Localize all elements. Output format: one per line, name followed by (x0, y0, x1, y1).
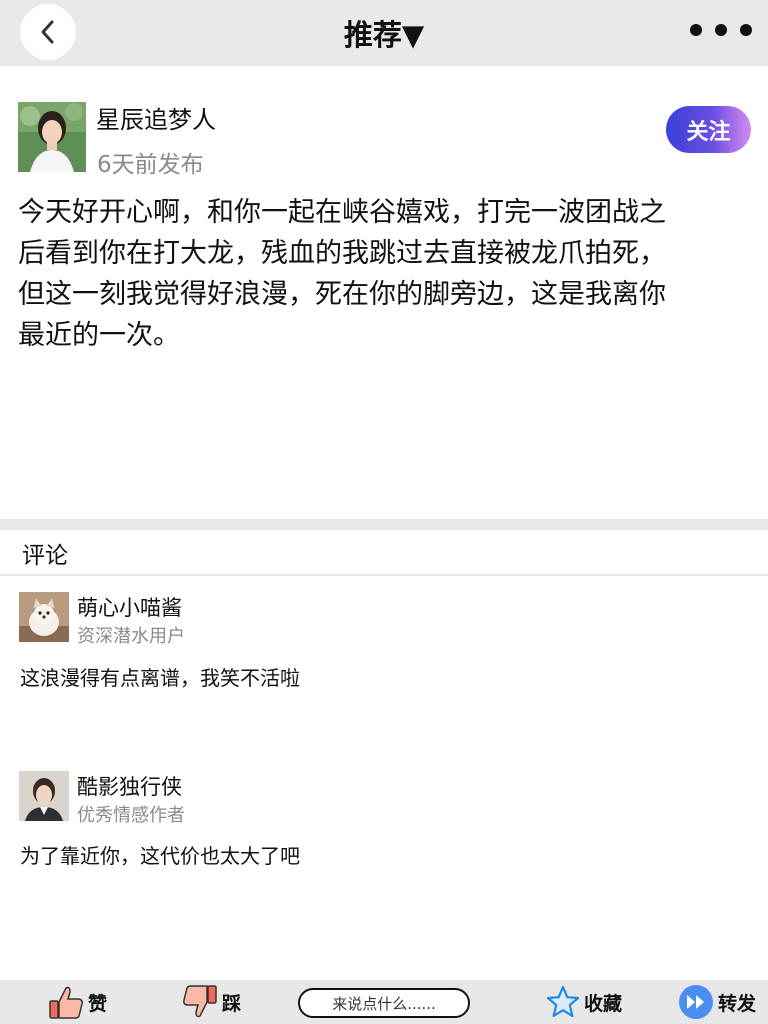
share-button[interactable]: 转发 (678, 980, 756, 1024)
follow-button[interactable]: 关注 (666, 106, 751, 153)
like-label: 赞 (88, 992, 108, 1015)
comments-title: 评论 (22, 543, 68, 569)
author-name[interactable]: 星辰追梦人 (96, 100, 216, 135)
comment-text: 这浪漫得有点离谱，我笑不活啦 (20, 666, 300, 690)
comments-divider (0, 574, 768, 576)
comment-avatar[interactable] (19, 771, 69, 821)
feed-selector[interactable]: 推荐▼ (0, 12, 768, 54)
author-avatar[interactable] (18, 102, 86, 172)
star-icon (546, 985, 580, 1018)
post-line: 今天好开心啊，和你一起在峡谷嬉戏，打完一波团战之 (18, 197, 666, 228)
section-divider (0, 519, 768, 530)
post-time: 6天前发布 (97, 152, 204, 178)
comment-text: 为了靠近你，这代价也太大了吧 (20, 844, 300, 868)
comment-username[interactable]: 萌心小喵酱 (77, 592, 182, 622)
more-options-button[interactable] (690, 22, 752, 38)
like-button[interactable]: 赞 (48, 980, 107, 1024)
post-line: 但这一刻我觉得好浪漫，死在你的脚旁边，这是我离你 (18, 279, 666, 310)
post-line: 最近的一次。 (18, 320, 180, 351)
more-dot (715, 24, 727, 36)
top-bar: 推荐▼ (0, 0, 768, 66)
post-line: 后看到你在打大龙，残血的我跳过去直接被龙爪拍死， (18, 238, 666, 269)
share-label: 转发 (718, 992, 757, 1015)
bottom-action-bar: 赞 踩 来说点什么...... 收藏 转发 (0, 980, 768, 1024)
favorite-label: 收藏 (584, 992, 623, 1015)
favorite-button[interactable]: 收藏 (546, 980, 622, 1024)
comment-user-badge: 优秀情感作者 (77, 805, 185, 826)
forward-icon (679, 985, 713, 1019)
thumbs-up-icon (49, 986, 83, 1019)
post-detail-page: 推荐▼ 星辰追梦人 6天前发布 关注 今天好开心啊，和你一起在峡谷嬉戏，打完一波… (0, 0, 768, 1024)
dislike-label: 踩 (222, 992, 242, 1015)
more-dot (740, 24, 752, 36)
comment-input[interactable]: 来说点什么...... (298, 988, 470, 1018)
comment-username[interactable]: 酷影独行侠 (77, 771, 182, 801)
more-dots-icon (690, 24, 702, 36)
thumbs-down-icon (183, 985, 217, 1018)
post-content: 今天好开心啊，和你一起在峡谷嬉戏，打完一波团战之 后看到你在打大龙，残血的我跳过… (18, 192, 748, 356)
comment-avatar[interactable] (19, 592, 69, 642)
dislike-button[interactable]: 踩 (182, 980, 241, 1024)
comment-user-badge: 资深潜水用户 (77, 626, 185, 647)
